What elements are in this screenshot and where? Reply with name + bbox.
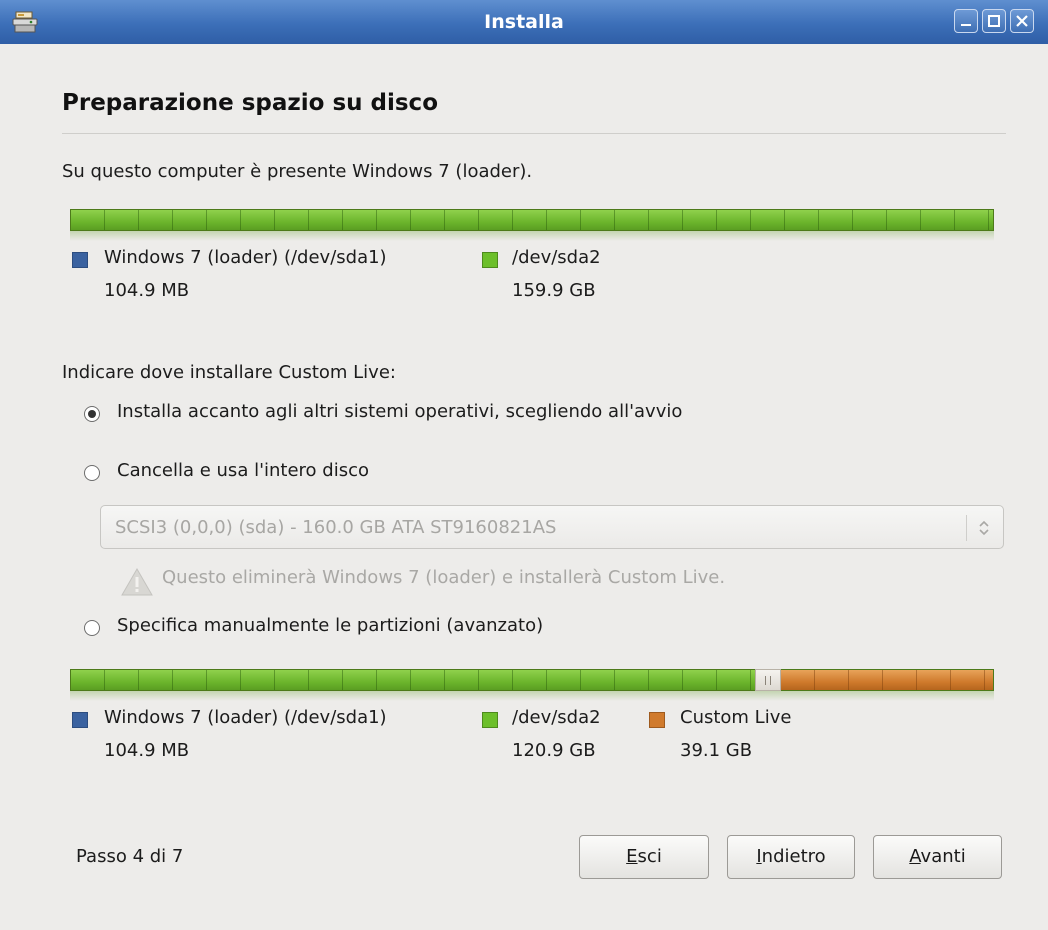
new-legend-name-custom-live: Custom Live — [680, 707, 792, 728]
new-partition-bar — [70, 669, 994, 691]
new-legend-name-sda2: /dev/sda2 — [512, 707, 601, 728]
step-indicator: Passo 4 di 7 — [76, 846, 184, 867]
partition-segment-sda2 — [71, 210, 993, 230]
page-title: Preparazione spazio su disco — [62, 90, 438, 116]
forward-button[interactable]: Avanti — [873, 835, 1002, 879]
back-button[interactable]: Indietro — [727, 835, 855, 879]
forward-mnemonic: A — [909, 846, 921, 867]
window-title: Installa — [484, 11, 564, 33]
legend-swatch-sda1 — [72, 252, 88, 268]
option-install-alongside-label[interactable]: Installa accanto agli altri sistemi oper… — [117, 401, 682, 422]
quit-mnemonic: E — [626, 846, 638, 867]
legend-name-sda2: /dev/sda2 — [512, 247, 601, 268]
forward-label-rest: vanti — [920, 846, 966, 867]
heading-divider — [62, 133, 1006, 134]
title-bar[interactable]: Installa — [0, 0, 1048, 44]
new-legend-swatch-sda1 — [72, 712, 88, 728]
disk-select[interactable]: SCSI3 (0,0,0) (sda) - 160.0 GB ATA ST916… — [100, 505, 1004, 549]
back-label-rest: ndietro — [761, 846, 826, 867]
option-erase-disk-label[interactable]: Cancella e usa l'intero disco — [117, 460, 369, 481]
legend-size-sda1: 104.9 MB — [104, 280, 190, 301]
option-manual-partition-label[interactable]: Specifica manualmente le partizioni (ava… — [117, 615, 543, 636]
warning-icon — [120, 567, 154, 601]
install-prompt: Indicare dove installare Custom Live: — [62, 362, 396, 383]
legend-name-sda1: Windows 7 (loader) (/dev/sda1) — [104, 247, 387, 268]
maximize-icon — [988, 15, 1000, 27]
new-legend-size-sda2: 120.9 GB — [512, 740, 596, 761]
new-legend-size-sda1: 104.9 MB — [104, 740, 190, 761]
new-legend-name-sda1: Windows 7 (loader) (/dev/sda1) — [104, 707, 387, 728]
new-legend-swatch-sda2 — [482, 712, 498, 728]
minimize-button[interactable] — [954, 9, 978, 33]
detected-os-text: Su questo computer è presente Windows 7 … — [62, 161, 533, 182]
new-legend-swatch-custom-live — [649, 712, 665, 728]
quit-button[interactable]: Esci — [579, 835, 709, 879]
partition-segment-custom-live — [781, 670, 993, 690]
radio-manual-partition[interactable] — [84, 620, 100, 636]
quit-label-rest: sci — [637, 846, 662, 867]
partition-segment-sda2-resized — [71, 670, 757, 690]
close-icon — [1016, 15, 1028, 27]
current-partition-bar — [70, 209, 994, 231]
legend-swatch-sda2 — [482, 252, 498, 268]
combo-separator — [966, 515, 967, 541]
disk-select-value: SCSI3 (0,0,0) (sda) - 160.0 GB ATA ST916… — [115, 517, 557, 538]
radio-erase-disk[interactable] — [84, 465, 100, 481]
new-partition-bar-reflection — [70, 691, 994, 701]
close-button[interactable] — [1010, 9, 1034, 33]
radio-install-alongside[interactable] — [84, 406, 100, 422]
installer-window: Installa Preparazione spazio su disco Su… — [0, 0, 1048, 930]
legend-size-sda2: 159.9 GB — [512, 280, 596, 301]
new-legend-size-custom-live: 39.1 GB — [680, 740, 753, 761]
minimize-icon — [961, 24, 971, 26]
partition-bar-reflection — [70, 231, 994, 241]
erase-warning-text: Questo eliminerà Windows 7 (loader) e in… — [162, 567, 726, 588]
chevron-up-down-icon — [973, 515, 995, 545]
radio-selected-dot — [88, 410, 96, 418]
maximize-button[interactable] — [982, 9, 1006, 33]
partition-resize-handle[interactable] — [755, 669, 781, 691]
